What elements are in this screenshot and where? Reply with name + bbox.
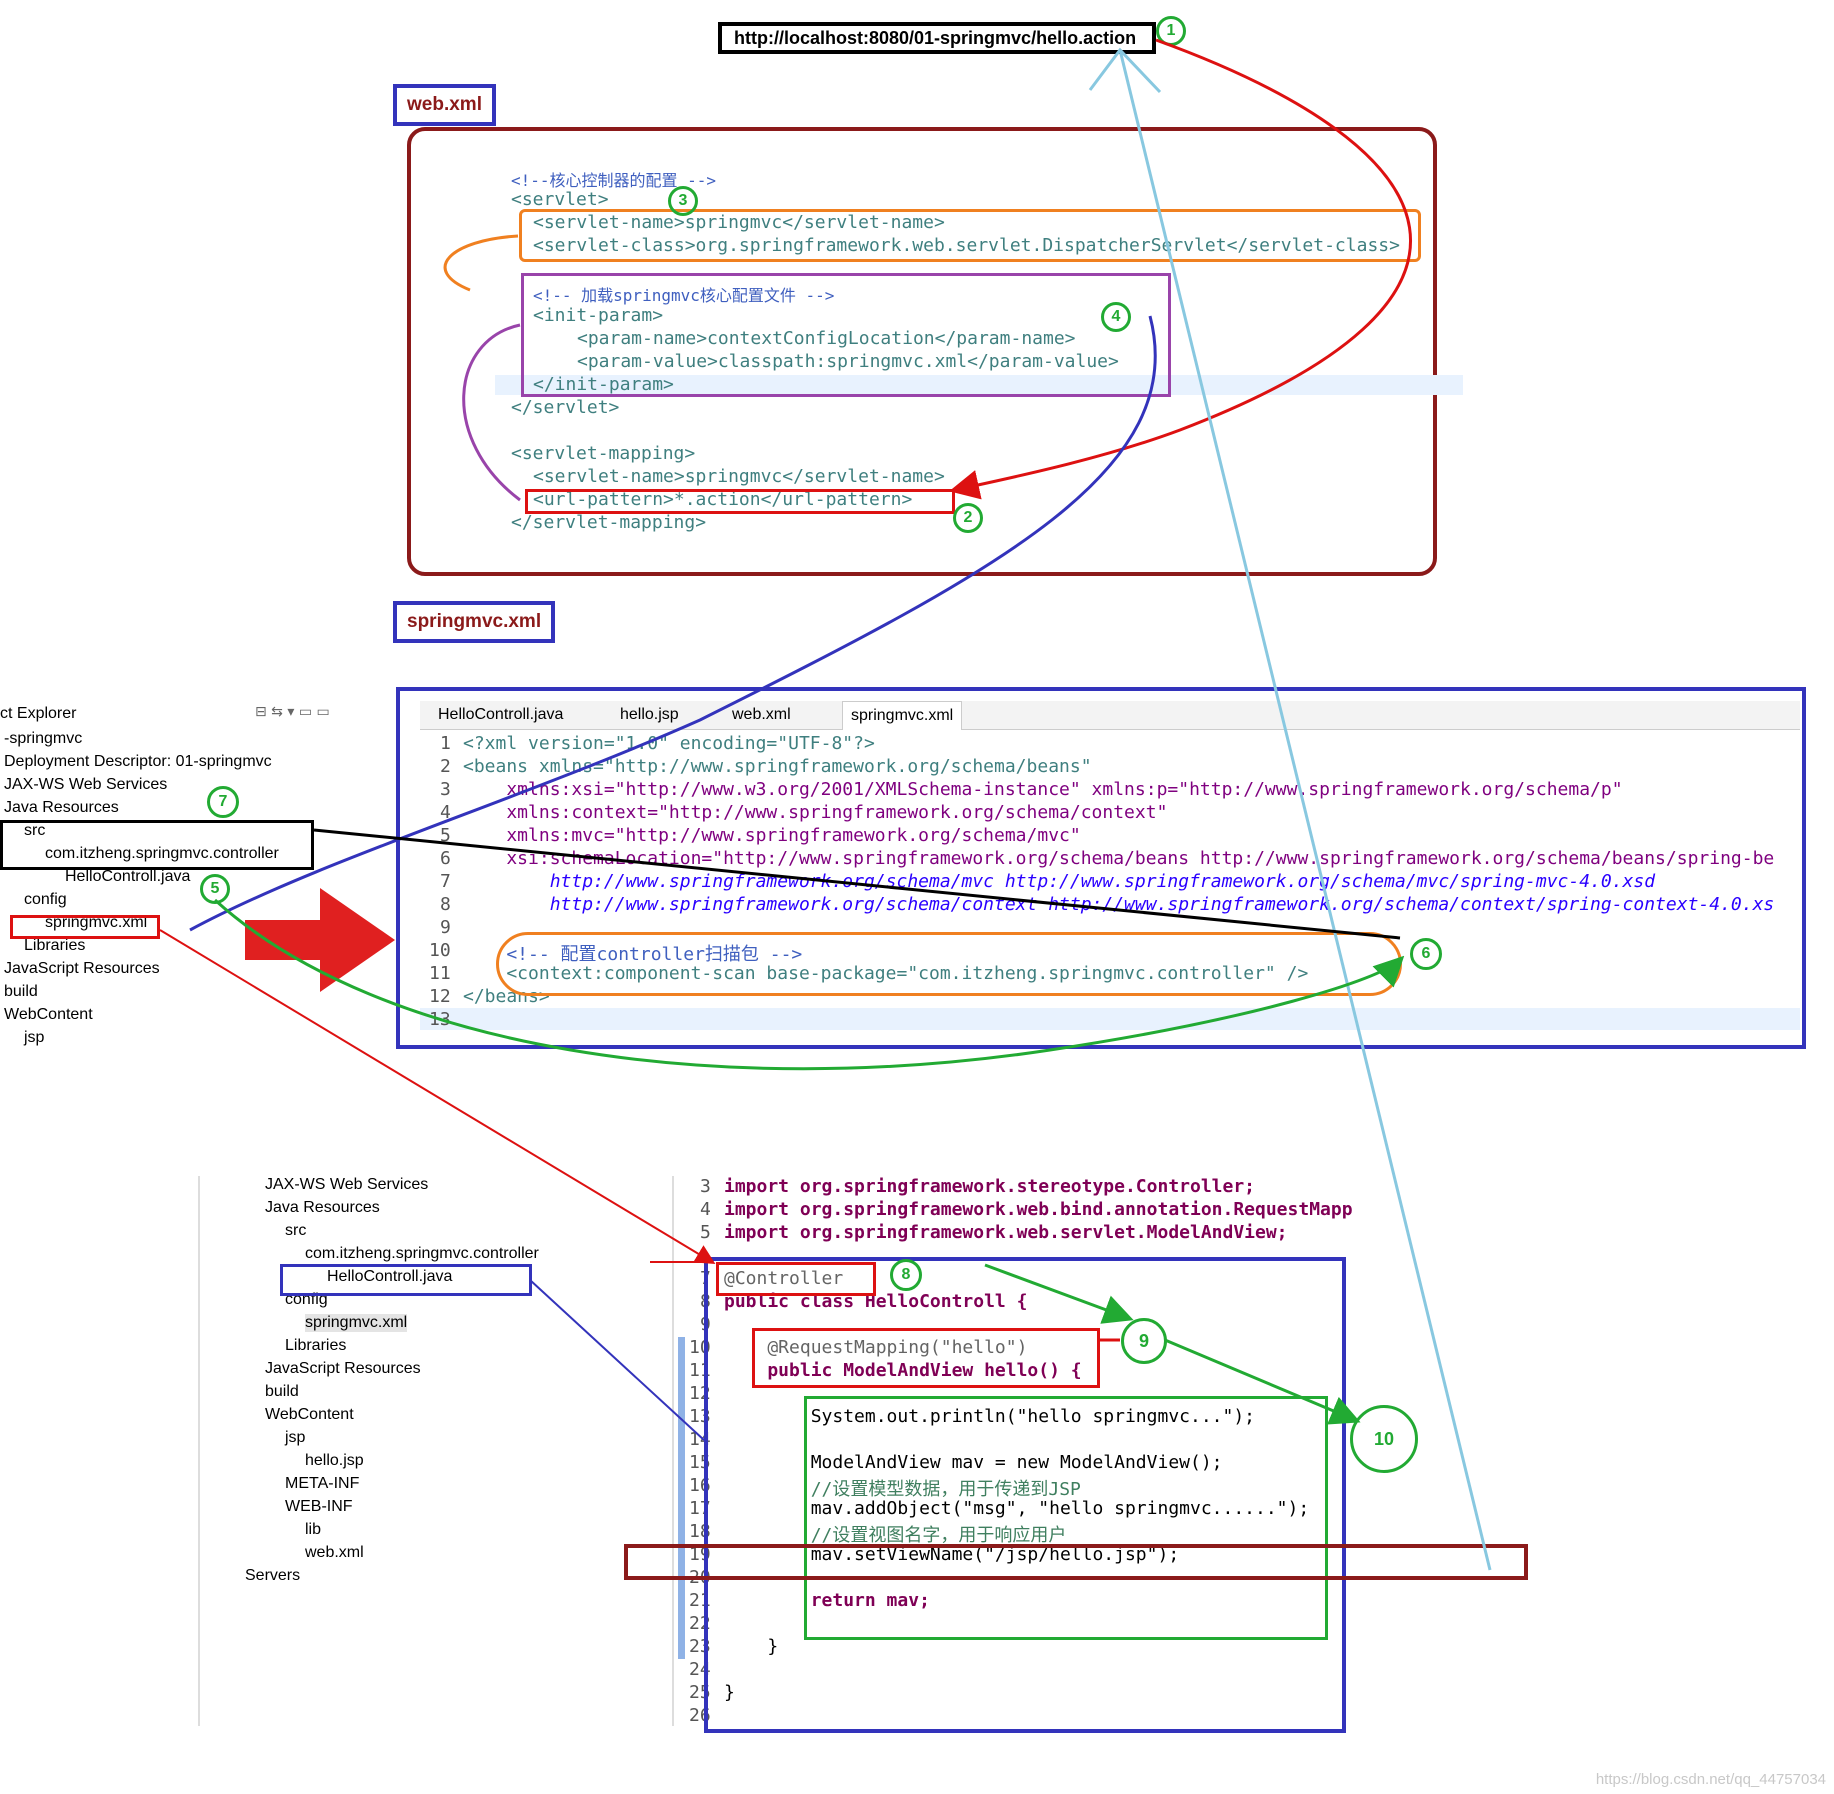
webxml-line: <servlet> [511,189,609,210]
arrow-view-to-url-head [1088,47,1162,94]
tree2-item[interactable]: JavaScript Resources [265,1360,421,1378]
java-gutter [672,1176,674,1726]
tree2-item[interactable]: Java Resources [265,1199,380,1217]
explorer-toolbar: ⊟ ⇆ ▾ ▭ ▭ [255,704,330,720]
tree-item[interactable]: -springmvc [4,730,82,748]
java-line-number: 3 [700,1176,711,1197]
step-badge: 2 [953,503,983,533]
webxml-line: </servlet> [511,397,620,418]
code-line: xsi:schemaLocation="http://www.springfra… [463,848,1775,869]
webxml-line: </servlet-mapping> [511,512,707,533]
springmvcxml-label: springmvc.xml [393,601,556,643]
line-number: 9 [440,917,451,938]
line-number: 10 [429,940,451,961]
servlet-highlight [519,209,1421,262]
code-line: http://www.springframework.org/schema/mv… [463,871,1656,892]
init-param-highlight [521,273,1171,397]
step-badge: 8 [890,1259,922,1291]
request-mapping-highlight [752,1328,1100,1388]
tab-springmvc-xml[interactable]: springmvc.xml [842,701,963,730]
line-number: 5 [440,825,451,846]
tree2-item[interactable]: JAX-WS Web Services [265,1176,428,1194]
tree2-item[interactable]: build [265,1383,299,1401]
line-number: 7 [440,871,451,892]
watermark: https://blog.csdn.net/qq_44757034 [1595,1771,1826,1788]
tree-item[interactable]: Deployment Descriptor: 01-springmvc [4,753,272,771]
java-line: import org.springframework.web.bind.anno… [724,1199,1353,1220]
tree2-item[interactable]: Libraries [285,1337,346,1355]
tree2-item[interactable]: springmvc.xml [305,1314,408,1332]
line-number: 11 [429,963,451,984]
line-number: 13 [429,1009,451,1030]
code-line: xmlns:mvc="http://www.springframework.or… [463,825,1081,846]
tree2-item[interactable]: WebContent [265,1406,354,1424]
set-view-name-highlight [624,1544,1528,1580]
url-text: http://localhost:8080/01-springmvc/hello… [734,28,1137,48]
line-number: 8 [440,894,451,915]
explorer-title: ct Explorer [0,705,77,722]
tree2-item[interactable]: WEB-INF [285,1498,353,1516]
url-box: http://localhost:8080/01-springmvc/hello… [718,22,1156,54]
current-line-bar [420,1008,1800,1030]
step-badge: 5 [200,874,230,904]
tab-web-xml[interactable]: web.xml [732,701,791,729]
step-badge: 4 [1101,302,1131,332]
tree-item[interactable]: build [4,983,38,1001]
java-line-number: 4 [700,1199,711,1220]
method-body-highlight [804,1396,1328,1640]
line-number: 1 [440,733,451,754]
tree2-item[interactable]: com.itzheng.springmvc.controller [305,1245,539,1263]
tree2-item[interactable]: hello.jsp [305,1452,364,1470]
project-explorer: ct Explorer ⊟ ⇆ ▾ ▭ ▭ -springmvc Deploym… [0,698,395,1058]
tree2-item[interactable]: Servers [245,1567,300,1585]
tab-hellocontroll[interactable]: HelloControll.java [438,701,563,729]
tree2-item[interactable]: jsp [285,1429,305,1447]
step-badge: 3 [668,186,698,216]
tree-item[interactable]: HelloControll.java [65,868,190,886]
tree2-item[interactable]: web.xml [305,1544,364,1562]
tree-item[interactable]: config [24,891,67,909]
explorer2-border [198,1176,200,1726]
tree-item[interactable]: jsp [24,1029,44,1047]
step-badge: 1 [1156,16,1186,46]
webxml-line: <servlet-name>springmvc</servlet-name> [533,466,945,487]
line-number: 2 [440,756,451,777]
tree-item[interactable]: JavaScript Resources [4,960,160,978]
line-number: 4 [440,802,451,823]
src-package-highlight [0,820,314,870]
hellocontroll-highlight [280,1264,532,1296]
code-line: xmlns:xsi="http://www.w3.org/2001/XMLSch… [463,779,1623,800]
step-badge: 6 [1410,938,1442,970]
code-line: xmlns:context="http://www.springframewor… [463,802,1168,823]
step-badge: 10 [1350,1405,1418,1473]
tree2-item[interactable]: lib [305,1521,321,1539]
tree-item[interactable]: Libraries [24,937,85,955]
springmvcxml-highlight [10,915,160,939]
java-line: import org.springframework.stereotype.Co… [724,1176,1256,1197]
java-line-number: 5 [700,1222,711,1243]
controller-annotation-highlight [716,1262,876,1296]
tree2-item[interactable]: META-INF [285,1475,359,1493]
line-number: 12 [429,986,451,1007]
webxml-label: web.xml [393,84,496,126]
webxml-line: <servlet-mapping> [511,443,696,464]
java-change-bar [678,1337,685,1659]
tree2-item[interactable]: src [285,1222,306,1240]
url-pattern-highlight [525,489,955,514]
tree-item[interactable]: JAX-WS Web Services [4,776,167,794]
code-line: <?xml version="1.0" encoding="UTF-8"?> [463,733,875,754]
editor-tabbar: HelloControll.java hello.jsp web.xml spr… [420,701,1800,730]
tree-item[interactable]: Java Resources [4,799,119,817]
step-badge: 7 [207,786,239,818]
code-line: <beans xmlns="http://www.springframework… [463,756,1092,777]
code-line: http://www.springframework.org/schema/co… [463,894,1775,915]
line-number: 6 [440,848,451,869]
tab-hello-jsp[interactable]: hello.jsp [620,701,679,729]
component-scan-highlight [496,932,1402,996]
tree-item[interactable]: WebContent [4,1006,93,1024]
java-line: import org.springframework.web.servlet.M… [724,1222,1288,1243]
line-number: 3 [440,779,451,800]
step-badge: 9 [1121,1318,1167,1364]
